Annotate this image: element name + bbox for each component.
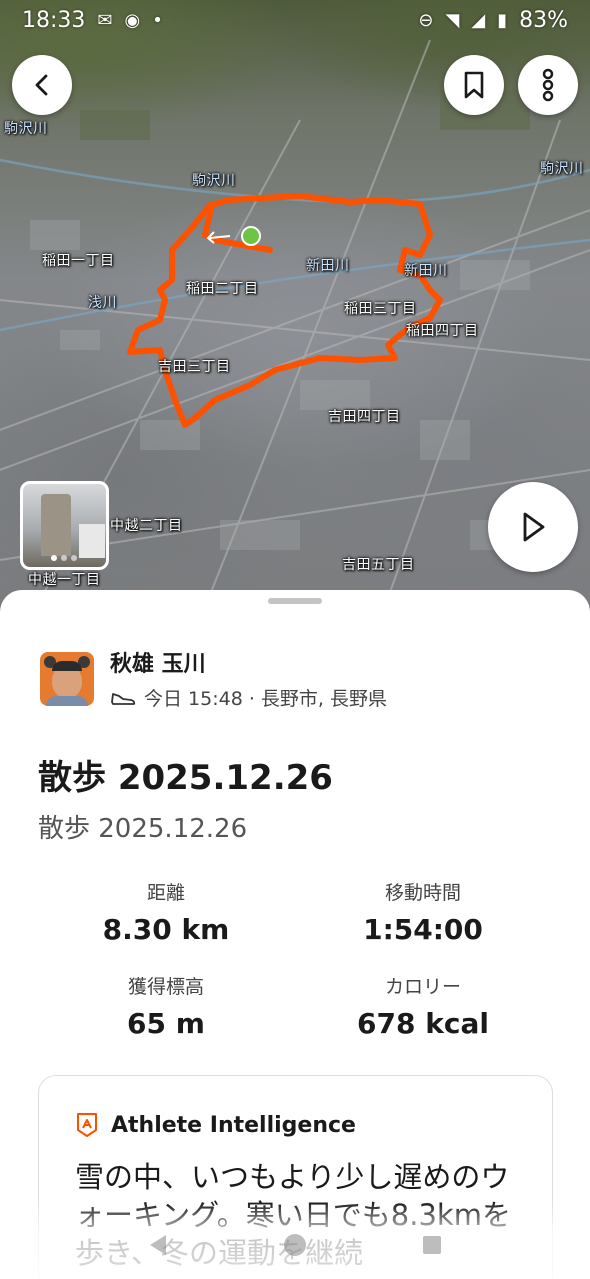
messenger-icon: ◉ [124, 9, 141, 31]
map-label: 浅川 [88, 295, 117, 311]
pager-dot [61, 555, 67, 561]
stat-calories: カロリー 678 kcal [303, 972, 543, 1040]
more-vertical-icon [542, 68, 554, 102]
stat-label: 獲得標高 [127, 976, 204, 998]
dot-icon: • [152, 9, 163, 31]
nav-home-button[interactable] [275, 1225, 315, 1265]
sheet-drag-handle[interactable] [268, 598, 322, 604]
pager-dot [71, 555, 77, 561]
ai-card-title: Athlete Intelligence [111, 1112, 356, 1138]
stat-moving-time: 移動時間 1:54:00 [303, 878, 543, 946]
map-label: 駒沢川 [192, 173, 236, 189]
status-time: 18:33 [22, 7, 86, 33]
activity-sheet: 秋雄 玉川 今日 15:48 · 長野市, 長野県 散歩 2025.12.26 … [0, 590, 590, 1279]
photo-pager [51, 555, 77, 561]
dnd-icon: ⊖ [418, 9, 434, 31]
stat-value: 65 m [127, 1007, 205, 1040]
nav-recents-button[interactable] [412, 1225, 452, 1265]
nav-home-icon [283, 1233, 306, 1256]
start-marker [241, 226, 261, 246]
avatar-hair [52, 660, 82, 671]
nav-back-icon [150, 1234, 167, 1255]
more-options-button[interactable] [518, 55, 578, 115]
system-navigation-bar [0, 1210, 590, 1279]
stat-label: カロリー [384, 976, 461, 998]
status-bar: 18:33 ✉ ◉ • ⊖ ◥ ◢ ▮ 83% [0, 0, 590, 40]
shoe-icon [110, 690, 136, 706]
battery-level: 83% [519, 7, 568, 33]
chevron-left-icon [35, 74, 48, 96]
stat-elevation-gain: 獲得標高 65 m [46, 972, 286, 1040]
photo-content [41, 494, 71, 556]
battery-icon: ▮ [497, 9, 508, 31]
route-map[interactable]: 駒沢川 駒沢川 駒沢川 稲田一丁目 稲田二丁目 新田川 新田川 浅川 稲田三丁目… [0, 0, 590, 620]
athlete-name[interactable]: 秋雄 玉川 [110, 646, 387, 678]
map-label: 稲田三丁目 [344, 301, 417, 317]
activity-meta-text: 今日 15:48 · 長野市, 長野県 [144, 688, 387, 710]
ai-card-header: Athlete Intelligence [75, 1112, 356, 1138]
play-flyover-button[interactable] [488, 482, 578, 572]
map-label: 吉田五丁目 [342, 557, 415, 573]
stat-label: 距離 [146, 882, 185, 904]
back-button[interactable] [12, 55, 72, 115]
map-label: 新田川 [306, 258, 350, 274]
activity-title: 散歩 2025.12.26 [38, 758, 333, 798]
stat-distance: 距離 8.30 km [46, 878, 286, 946]
map-label: 稲田二丁目 [186, 281, 259, 297]
map-label: 中越一丁目 [28, 572, 101, 588]
play-icon [523, 512, 545, 542]
avatar-shirt [46, 695, 88, 706]
avatar[interactable] [40, 651, 94, 706]
map-label: 駒沢川 [4, 121, 48, 137]
pager-dot [51, 555, 57, 561]
map-label: 吉田四丁目 [328, 409, 401, 425]
map-label: 駒沢川 [540, 161, 584, 177]
bookmark-icon [464, 71, 484, 99]
bookmark-button[interactable] [444, 55, 504, 115]
nav-recents-icon [422, 1235, 441, 1254]
map-label: 中越二丁目 [110, 518, 183, 534]
notification-icon: ✉ [97, 9, 113, 31]
map-label: 稲田四丁目 [406, 323, 479, 339]
stat-label: 移動時間 [384, 882, 461, 904]
stat-value: 8.30 km [102, 913, 230, 946]
activity-description: 散歩 2025.12.26 [38, 814, 248, 844]
nav-back-button[interactable] [138, 1225, 178, 1265]
photo-thumbnail[interactable] [20, 481, 109, 570]
photo-content [79, 524, 105, 558]
signal-icon: ◢ [471, 9, 486, 31]
athlete-intelligence-icon [77, 1113, 97, 1137]
map-label: 新田川 [404, 263, 448, 279]
athlete-header[interactable]: 秋雄 玉川 今日 15:48 · 長野市, 長野県 [40, 646, 387, 711]
map-label: 吉田三丁目 [158, 359, 231, 375]
map-label: 稲田一丁目 [42, 253, 115, 269]
stat-value: 1:54:00 [363, 913, 483, 946]
activity-meta: 今日 15:48 · 長野市, 長野県 [110, 684, 387, 711]
stat-value: 678 kcal [357, 1007, 489, 1040]
wifi-icon: ◥ [445, 9, 460, 31]
